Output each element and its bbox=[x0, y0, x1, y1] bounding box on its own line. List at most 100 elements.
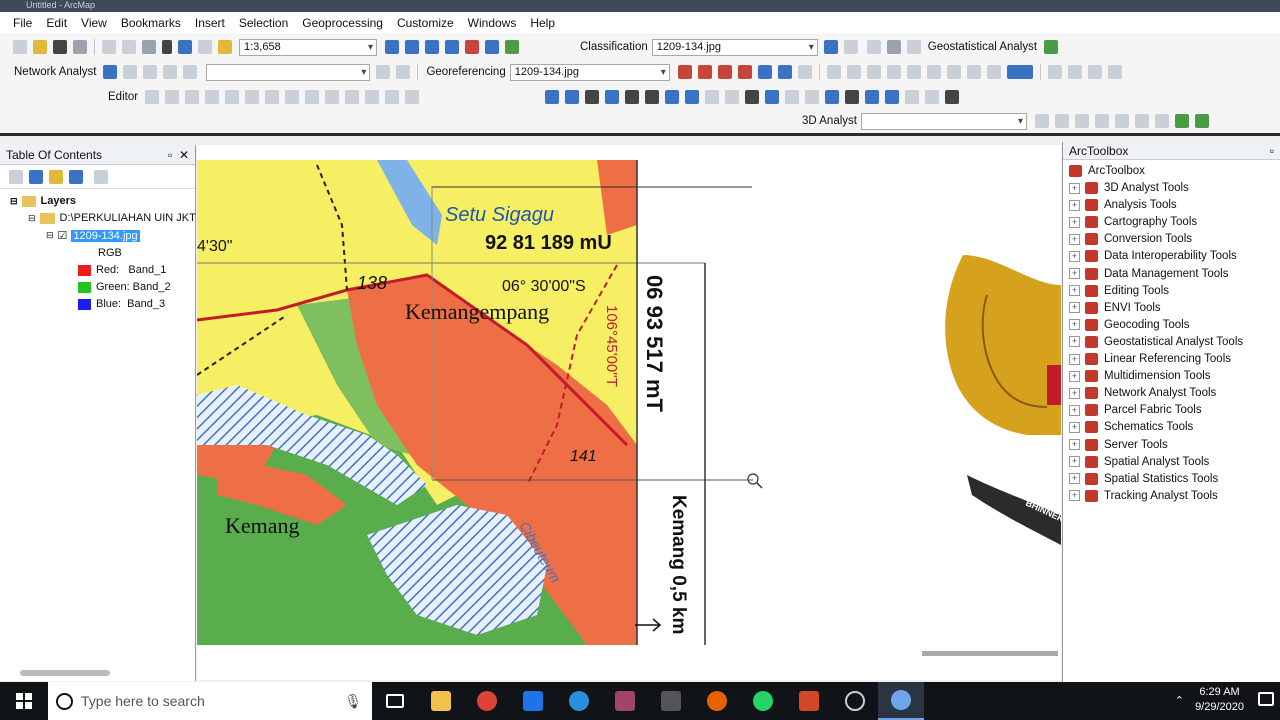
identify-icon[interactable] bbox=[765, 90, 780, 104]
expand-icon[interactable]: + bbox=[1069, 473, 1080, 485]
training-sample-icon[interactable] bbox=[823, 40, 838, 54]
view-link-table-icon[interactable] bbox=[757, 65, 772, 79]
arcscene-icon[interactable] bbox=[1174, 114, 1189, 128]
editor-dropdown[interactable]: Editor bbox=[104, 91, 142, 103]
undo-icon[interactable] bbox=[178, 40, 192, 54]
model-builder-icon[interactable] bbox=[505, 40, 519, 54]
edit-annotation-icon[interactable] bbox=[165, 90, 180, 104]
clear-selection-icon[interactable] bbox=[725, 90, 740, 104]
autohide-icon[interactable]: ▫ bbox=[168, 148, 172, 162]
expand-icon[interactable]: + bbox=[1069, 421, 1080, 433]
effects-icon-6[interactable] bbox=[926, 65, 941, 79]
toc-options-icon[interactable] bbox=[94, 169, 108, 184]
effects-icon-3[interactable] bbox=[866, 65, 881, 79]
network-build-icon[interactable] bbox=[376, 65, 391, 79]
arcmap-button[interactable] bbox=[878, 682, 924, 720]
layout-icon-4[interactable] bbox=[1107, 65, 1122, 79]
expand-icon[interactable]: + bbox=[1069, 404, 1080, 416]
go-to-xy-icon[interactable] bbox=[885, 90, 900, 104]
network-dataset-combo[interactable] bbox=[206, 63, 371, 81]
3d-tool-icon-3[interactable] bbox=[1074, 114, 1089, 128]
edit-vertices-icon[interactable] bbox=[265, 90, 280, 104]
catalog-icon[interactable] bbox=[425, 40, 439, 54]
network-solve-icon[interactable] bbox=[163, 65, 178, 79]
firefox-button[interactable] bbox=[694, 682, 740, 720]
expand-icon[interactable]: + bbox=[1069, 456, 1080, 468]
hyperlink-icon[interactable] bbox=[785, 90, 800, 104]
layout-icon-3[interactable] bbox=[1087, 65, 1102, 79]
rotate-icon[interactable] bbox=[345, 90, 360, 104]
select-link-icon[interactable] bbox=[697, 65, 712, 79]
expand-icon[interactable]: + bbox=[1069, 490, 1080, 502]
powerpoint-button[interactable] bbox=[786, 682, 832, 720]
find-route-icon[interactable] bbox=[865, 90, 880, 104]
create-features-icon[interactable] bbox=[405, 90, 420, 104]
select-elements-icon[interactable] bbox=[745, 90, 760, 104]
3d-tool-icon-5[interactable] bbox=[1114, 114, 1129, 128]
3d-tool-icon-4[interactable] bbox=[1094, 114, 1109, 128]
create-viewer-icon[interactable] bbox=[925, 90, 940, 104]
toolbox-item[interactable]: + Analysis Tools bbox=[1069, 199, 1177, 212]
georef-layer-combo[interactable]: 1209-134.jpg bbox=[509, 63, 670, 81]
sample-manager-icon[interactable] bbox=[906, 40, 921, 54]
toolbox-item[interactable]: + Geocoding Tools bbox=[1069, 318, 1189, 331]
map-display[interactable]: Setu Sigagu 92 81 189 mU 06° 30'00"S Kem… bbox=[197, 145, 1061, 680]
trace-icon[interactable] bbox=[225, 90, 240, 104]
list-by-drawing-order-icon[interactable] bbox=[9, 169, 23, 184]
fixed-zoom-in-icon[interactable] bbox=[625, 90, 640, 104]
expand-icon[interactable]: + bbox=[1069, 182, 1080, 194]
map-scrollbar[interactable] bbox=[197, 648, 1061, 658]
python-window-icon[interactable] bbox=[485, 40, 499, 54]
add-control-points-icon[interactable] bbox=[677, 65, 692, 79]
app-button[interactable] bbox=[832, 682, 878, 720]
toolbox-item[interactable]: + Spatial Analyst Tools bbox=[1069, 455, 1209, 468]
edit-tool-icon[interactable] bbox=[145, 90, 160, 104]
3d-layer-combo[interactable] bbox=[860, 112, 1027, 130]
toolbox-item[interactable]: + Conversion Tools bbox=[1069, 233, 1192, 246]
swipe-icon[interactable] bbox=[945, 90, 960, 104]
zoom-out-icon[interactable] bbox=[565, 90, 580, 104]
effects-icon-7[interactable] bbox=[946, 65, 961, 79]
straight-segment-icon[interactable] bbox=[185, 90, 200, 104]
network-location-icon[interactable] bbox=[123, 65, 138, 79]
network-select-icon[interactable] bbox=[143, 65, 158, 79]
expand-icon[interactable]: + bbox=[1069, 216, 1080, 228]
collapse-icon[interactable]: ⊟ bbox=[46, 230, 54, 241]
zoom-to-link-icon[interactable] bbox=[717, 65, 732, 79]
expand-icon[interactable]: + bbox=[1069, 336, 1080, 348]
zoom-in-icon[interactable] bbox=[545, 90, 560, 104]
menu-windows[interactable]: Windows bbox=[461, 16, 524, 30]
3d-analyst-dropdown[interactable]: 3D Analyst bbox=[798, 115, 861, 127]
classification-layer-combo[interactable]: 1209-134.jpg bbox=[651, 38, 818, 56]
pan-icon[interactable] bbox=[585, 90, 600, 104]
toolbox-item[interactable]: + Data Interoperability Tools bbox=[1069, 250, 1237, 263]
calendar-button[interactable] bbox=[648, 682, 694, 720]
print-icon[interactable] bbox=[73, 40, 87, 54]
toc-scrollbar[interactable] bbox=[8, 669, 184, 677]
collapse-icon[interactable]: ⊟ bbox=[10, 196, 18, 207]
table-of-contents-icon[interactable] bbox=[405, 40, 419, 54]
layer-name[interactable]: 1209-134.jpg bbox=[71, 229, 140, 242]
search-window-icon[interactable] bbox=[445, 40, 459, 54]
toolbox-item[interactable]: + Editing Tools bbox=[1069, 284, 1169, 297]
3d-tool-icon-7[interactable] bbox=[1154, 114, 1169, 128]
effects-icon-4[interactable] bbox=[886, 65, 901, 79]
close-icon[interactable]: ✕ bbox=[179, 148, 189, 162]
classify-icon[interactable] bbox=[843, 40, 858, 54]
autohide-icon[interactable]: ▫ bbox=[1270, 144, 1274, 158]
tray-chevron-icon[interactable]: ⌃ bbox=[1175, 694, 1184, 707]
cut-polygons-icon[interactable] bbox=[305, 90, 320, 104]
menu-customize[interactable]: Customize bbox=[390, 16, 461, 30]
toolbox-item[interactable]: + Data Management Tools bbox=[1069, 267, 1228, 280]
toolbox-item[interactable]: + ENVI Tools bbox=[1069, 301, 1161, 314]
menu-insert[interactable]: Insert bbox=[188, 16, 232, 30]
edge-button[interactable] bbox=[556, 682, 602, 720]
expand-icon[interactable]: + bbox=[1069, 439, 1080, 450]
measure-icon[interactable] bbox=[825, 90, 840, 104]
list-by-source-icon[interactable] bbox=[29, 169, 43, 184]
toolbox-item[interactable]: + Multidimension Tools bbox=[1069, 370, 1211, 383]
taskbar-search[interactable]: Type here to search 🎙 bbox=[48, 682, 372, 720]
effects-icon-2[interactable] bbox=[846, 65, 861, 79]
chrome-button[interactable] bbox=[464, 682, 510, 720]
menu-view[interactable]: View bbox=[74, 16, 114, 30]
